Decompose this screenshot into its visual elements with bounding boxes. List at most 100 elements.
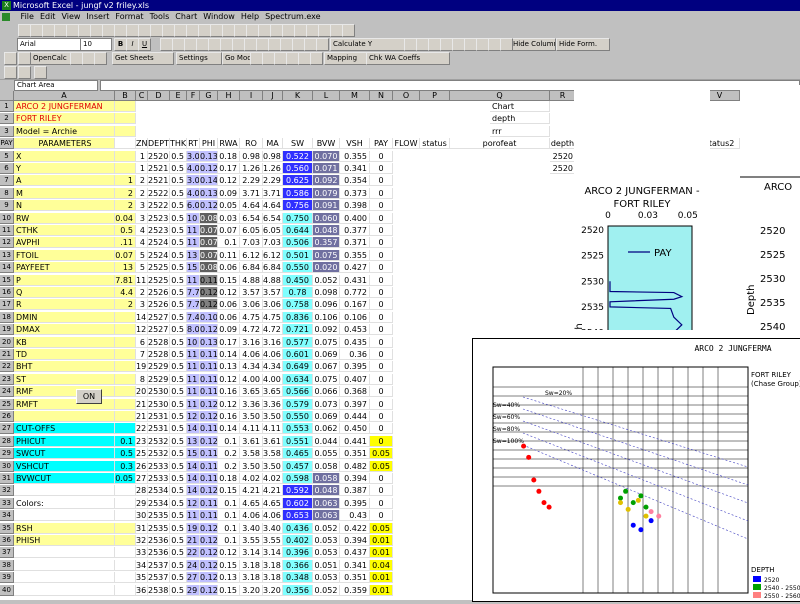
calculate-y-button[interactable]: Calculate Y xyxy=(330,38,406,51)
column-header-r[interactable]: R xyxy=(550,91,576,101)
row-header[interactable]: 39 xyxy=(0,572,14,584)
cell-d10[interactable]: 2523 xyxy=(148,212,170,224)
menu-item-edit[interactable]: Edit xyxy=(40,12,56,21)
row-header[interactable]: 19 xyxy=(0,324,14,336)
cell-j18[interactable]: 4.75 xyxy=(263,311,283,323)
cell-l5[interactable]: 0.070 xyxy=(313,150,340,162)
row-header[interactable]: 20 xyxy=(0,336,14,348)
cell-b2[interactable] xyxy=(115,113,136,125)
cell-k9[interactable]: 0.756 xyxy=(283,200,313,212)
cell-k20[interactable]: 0.577 xyxy=(283,336,313,348)
cell-m27[interactable]: 0.450 xyxy=(340,423,370,435)
cell-e25[interactable]: 0.5 xyxy=(170,398,187,410)
cell-g38[interactable]: 0.127 xyxy=(200,559,218,571)
cell-l24[interactable]: 0.066 xyxy=(313,386,340,398)
cell-j17[interactable]: 3.06 xyxy=(263,299,283,311)
row-header[interactable]: 15 xyxy=(0,274,14,286)
check-wa-coeffs-button[interactable]: Chk WA Coeffs xyxy=(366,52,450,65)
cell-g16[interactable]: 0.126 xyxy=(200,287,218,298)
cell-f38[interactable]: 24 xyxy=(187,559,200,571)
cell-h22[interactable]: 0.13 xyxy=(218,361,240,373)
cell-k35[interactable]: 0.436 xyxy=(283,522,313,534)
cell-k12[interactable]: 0.506 xyxy=(283,237,313,249)
row-header[interactable]: 26 xyxy=(0,411,14,422)
cell-g19[interactable]: 0.128 xyxy=(200,324,218,336)
cell-f9[interactable]: 6.0 xyxy=(187,200,200,212)
toolbar-icon[interactable] xyxy=(4,52,17,65)
cell-g14[interactable]: 0.089 xyxy=(200,262,218,274)
cell-m6[interactable]: 0.341 xyxy=(340,163,370,174)
cell-j14[interactable]: 6.84 xyxy=(263,262,283,274)
mapping-button[interactable]: Mapping xyxy=(324,52,368,65)
cell-h30[interactable]: 0.2 xyxy=(218,460,240,472)
font-combo[interactable]: Arial xyxy=(17,38,81,51)
cell-f17[interactable]: 7.7 xyxy=(187,299,200,311)
cell-k24[interactable]: 0.566 xyxy=(283,386,313,398)
cell-b32[interactable] xyxy=(115,485,136,497)
cell-e18[interactable]: 0.5 xyxy=(170,311,187,323)
cell-e32[interactable]: 0.5 xyxy=(170,485,187,497)
cell-l31[interactable]: 0.058 xyxy=(313,473,340,484)
cell-n12[interactable]: 0 xyxy=(370,237,393,249)
cell-c29[interactable]: 25 xyxy=(136,448,148,460)
cell-f11[interactable]: 11 xyxy=(187,225,200,236)
cell-j12[interactable]: 7.03 xyxy=(263,237,283,249)
cell-h29[interactable]: 0.2 xyxy=(218,448,240,460)
row-header[interactable]: 16 xyxy=(0,287,14,298)
cell-l37[interactable]: 0.053 xyxy=(313,547,340,559)
row-header[interactable]: 7 xyxy=(0,175,14,187)
cell-a37[interactable] xyxy=(14,547,115,559)
cell-m17[interactable]: 0.167 xyxy=(340,299,370,311)
cell-e27[interactable]: 0.5 xyxy=(170,423,187,435)
cell-c40[interactable]: 36 xyxy=(136,584,148,596)
cell-j5[interactable]: 0.98 xyxy=(263,150,283,162)
column-header-l[interactable]: L xyxy=(313,91,340,101)
cell-b22[interactable] xyxy=(115,361,136,373)
cell-g35[interactable]: 0.126 xyxy=(200,522,218,534)
row-header[interactable]: 22 xyxy=(0,361,14,373)
underline-button[interactable]: U xyxy=(138,38,151,51)
cell-e12[interactable]: 0.5 xyxy=(170,237,187,249)
cell-k38[interactable]: 0.366 xyxy=(283,559,313,571)
cell-a5[interactable]: X xyxy=(14,150,115,162)
font-size-combo[interactable]: 10 xyxy=(80,38,112,51)
cell-l11[interactable]: 0.048 xyxy=(313,225,340,236)
cell-c14[interactable]: 5 xyxy=(136,262,148,274)
cell-l6[interactable]: 0.071 xyxy=(313,163,340,174)
cell-i14[interactable]: 6.84 xyxy=(240,262,263,274)
cell-i37[interactable]: 3.14 xyxy=(240,547,263,559)
cell-n38[interactable]: 0.04 xyxy=(370,559,393,571)
cell-f23[interactable]: 11 xyxy=(187,373,200,385)
cell-kPAY[interactable]: SW xyxy=(283,138,313,150)
cell-l13[interactable]: 0.075 xyxy=(313,249,340,261)
row-header[interactable]: 8 xyxy=(0,187,14,199)
cell-a30[interactable]: VSHCUT xyxy=(14,460,115,472)
cell-j11[interactable]: 6.05 xyxy=(263,225,283,236)
cell-g6[interactable]: 0.126 xyxy=(200,163,218,174)
cell-oPAY[interactable]: FLOW xyxy=(393,138,420,150)
menu-item-help[interactable]: Help xyxy=(241,12,259,21)
cell-l40[interactable]: 0.052 xyxy=(313,584,340,596)
cell-i26[interactable]: 3.50 xyxy=(240,411,263,422)
cell-g39[interactable]: 0.128 xyxy=(200,572,218,584)
row-header[interactable]: 11 xyxy=(0,225,14,236)
cell-k25[interactable]: 0.579 xyxy=(283,398,313,410)
cell-i31[interactable]: 4.02 xyxy=(240,473,263,484)
cell-g27[interactable]: 0.111 xyxy=(200,423,218,435)
cell-h33[interactable]: 0.1 xyxy=(218,497,240,509)
cell-b12[interactable]: .11 xyxy=(115,237,136,249)
toolbar-icon[interactable] xyxy=(18,66,31,79)
cell-m12[interactable]: 0.371 xyxy=(340,237,370,249)
cell-d37[interactable]: 2536 xyxy=(148,547,170,559)
cell-m7[interactable]: 0.354 xyxy=(340,175,370,187)
cell-b24[interactable] xyxy=(115,386,136,398)
cell-gPAY[interactable]: PHI xyxy=(200,138,218,150)
cell-j37[interactable]: 3.14 xyxy=(263,547,283,559)
opencalc-button[interactable]: OpenCalc xyxy=(30,52,72,65)
cell-g34[interactable]: 0.111 xyxy=(200,510,218,522)
cell-d12[interactable]: 2524 xyxy=(148,237,170,249)
cell-n37[interactable]: 0.01 xyxy=(370,547,393,559)
cell-n10[interactable]: 0 xyxy=(370,212,393,224)
cell-k31[interactable]: 0.598 xyxy=(283,473,313,484)
cell-g5[interactable]: 0.135 xyxy=(200,150,218,162)
